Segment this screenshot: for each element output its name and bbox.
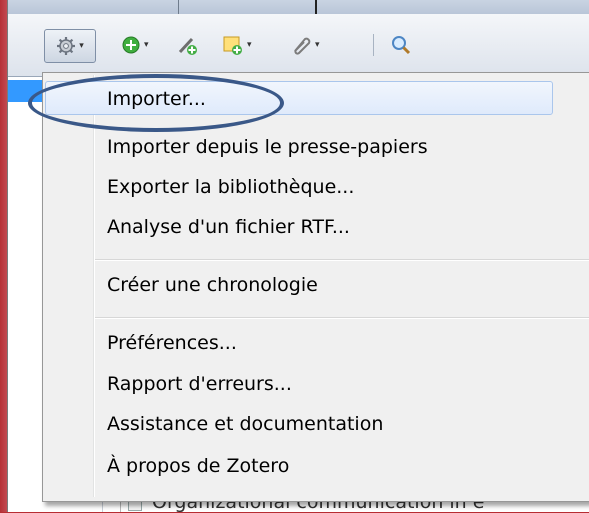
new-item-button[interactable]: ▾ [121,28,149,62]
menu-item-rtf-scan[interactable]: Analyse d'un fichier RTF... [107,210,350,244]
actions-menu-button[interactable]: ▾ [44,29,96,63]
add-by-identifier-button[interactable] [176,28,198,62]
menu-separator [95,259,589,261]
toolbar-separator [373,34,374,56]
magnifier-icon [392,36,411,55]
new-note-button[interactable]: ▾ [222,28,252,62]
menu-item-report-errors[interactable]: Rapport d'erreurs... [107,367,292,401]
note-add-icon [223,36,242,55]
menu-item-export-library[interactable]: Exporter la bibliothèque... [107,170,354,204]
gear-icon [57,37,76,55]
paperclip-icon [294,37,311,55]
menu-item-about-zotero[interactable]: À propos de Zotero [107,449,289,483]
attach-button[interactable]: ▾ [290,28,320,62]
search-button[interactable] [390,28,412,62]
chevron-down-icon: ▾ [247,40,252,50]
toolbar: ▾ ▾ ▾ ▾ [8,14,589,77]
menu-separator [95,317,589,319]
header-separator [178,0,179,14]
chevron-down-icon: ▾ [79,41,84,51]
header-separator [315,0,317,14]
chevron-down-icon: ▾ [315,40,320,50]
green-plus-icon [122,36,140,54]
magic-wand-icon [178,37,197,55]
menu-item-preferences[interactable]: Préférences... [107,326,237,360]
menu-item-import-clipboard[interactable]: Importer depuis le presse-papiers [107,130,428,164]
column-header-strip [8,0,589,15]
menu-item-support-docs[interactable]: Assistance et documentation [107,407,383,441]
actions-dropdown-menu: Importer... Importer depuis le presse-pa… [42,72,589,502]
annotation-ellipse [28,74,284,132]
chevron-down-icon: ▾ [144,40,149,50]
menu-icon-gutter [93,75,95,497]
menu-item-create-timeline[interactable]: Créer une chronologie [107,268,318,302]
